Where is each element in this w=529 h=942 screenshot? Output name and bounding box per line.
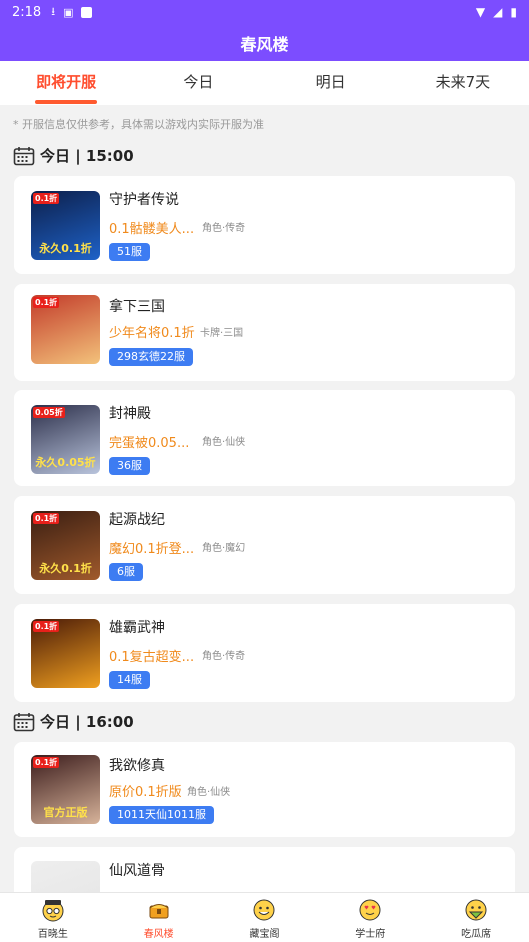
nav-label: 吃瓜席 <box>461 929 492 940</box>
game-thumbnail: 0.1折 <box>31 295 100 364</box>
app-bar: 春风楼 <box>0 24 529 61</box>
status-time: 2:18 <box>12 4 42 20</box>
thumbnail-label: 永久0.1折 <box>39 242 92 255</box>
section-title: 今日 | 16:00 <box>40 713 134 731</box>
game-thumbnail: 0.1折 永久0.1折 <box>31 191 100 260</box>
game-card[interactable]: 0.05折 永久0.05折 封神殿 完蛋被0.05... 角色·仙侠 36服 <box>14 390 515 486</box>
nav-label: 春风楼 <box>143 929 174 940</box>
signal-icon: ◢ <box>493 5 503 19</box>
discount-corner: 0.1折 <box>33 621 60 632</box>
server-badge: 6服 <box>109 563 143 581</box>
scholar-face-icon <box>42 900 64 922</box>
nav-label: 学士府 <box>355 929 386 940</box>
game-name: 雄霸武神 <box>109 620 165 636</box>
discount-corner: 0.05折 <box>33 407 65 418</box>
game-name: 守护者传说 <box>109 192 179 208</box>
game-card[interactable]: 0.1折 永久0.1折 起源战纪 魔幻0.1折登... 角色·魔幻 6服 <box>14 496 515 594</box>
game-name: 拿下三国 <box>109 299 165 315</box>
game-name: 仙风道骨 <box>109 863 165 879</box>
game-promo: 0.1复古超变... <box>109 650 195 665</box>
happy-face-icon <box>253 899 275 921</box>
game-thumbnail: 0.1折 <box>31 619 100 688</box>
game-promo: 完蛋被0.05... <box>109 436 190 451</box>
game-thumbnail: 0.05折 永久0.05折 <box>31 405 100 474</box>
nav-item-chiguaxi[interactable]: 吃瓜席 <box>423 893 529 942</box>
tab-upcoming[interactable]: 即将开服 <box>0 61 132 105</box>
thumbnail-label: 官方正版 <box>43 806 88 819</box>
game-tags: 角色·魔幻 <box>202 543 246 554</box>
nav-label: 藏宝阁 <box>249 929 280 940</box>
thumbnail-label: 永久0.1折 <box>39 562 92 575</box>
nav-item-baixiaosheng[interactable]: 百晓生 <box>0 893 106 942</box>
discount-corner: 0.1折 <box>33 297 60 308</box>
download-icon: ⭳ <box>51 4 56 18</box>
game-tags: 卡牌·三国 <box>200 328 244 339</box>
thumbnail-label: 永久0.05折 <box>35 456 96 469</box>
game-promo: 魔幻0.1折登... <box>109 542 195 557</box>
server-badge: 1011天仙1011服 <box>109 806 214 824</box>
game-name: 封神殿 <box>109 406 151 422</box>
bottom-navigation: 百晓生 春风楼 藏宝阁 学士府 吃瓜席 <box>0 892 529 942</box>
game-card[interactable]: 0.1折 雄霸武神 0.1复古超变... 角色·传奇 14服 <box>14 604 515 702</box>
status-bar: 2:18 ⭳ ▣ ▼ ◢ ▮ <box>0 0 529 24</box>
nav-item-chunfenglou[interactable]: 春风楼 <box>106 893 212 942</box>
page-title: 春风楼 <box>240 34 289 54</box>
calendar-icon <box>13 712 35 731</box>
game-tags: 角色·传奇 <box>202 223 246 234</box>
game-card[interactable]: 0.1折 永久0.1折 守护者传说 0.1骷髅美人... 角色·传奇 51服 <box>14 176 515 274</box>
game-promo: 0.1骷髅美人... <box>109 222 195 237</box>
discount-corner: 0.1折 <box>33 193 60 204</box>
section-header: 今日 | 16:00 <box>13 711 134 732</box>
game-promo: 原价0.1折版 <box>109 785 182 800</box>
app-notification-icon <box>81 6 93 18</box>
tab-today[interactable]: 今日 <box>132 61 264 105</box>
game-promo: 少年名将0.1折 <box>109 326 195 341</box>
server-badge: 14服 <box>109 671 150 689</box>
discount-corner: 0.1折 <box>33 513 60 524</box>
game-tags: 角色·仙侠 <box>187 787 231 798</box>
game-name: 起源战纪 <box>109 512 165 528</box>
server-badge: 298玄德22服 <box>109 348 193 366</box>
game-card[interactable]: 0.1折 官方正版 我欲修真 原价0.1折版 角色·仙侠 1011天仙1011服 <box>14 742 515 837</box>
game-name: 我欲修真 <box>109 758 165 774</box>
game-tags: 角色·仙侠 <box>202 437 246 448</box>
heart-face-icon <box>359 899 381 921</box>
disclaimer-note: * 开服信息仅供参考，具体需以游戏内实际开服为准 <box>13 118 264 131</box>
game-tags: 角色·传奇 <box>202 651 246 662</box>
tab-next-7-days[interactable]: 未来7天 <box>397 61 529 105</box>
battery-icon: ▮ <box>510 5 517 19</box>
game-thumbnail: 0.1折 官方正版 <box>31 755 100 824</box>
section-title: 今日 | 15:00 <box>40 147 134 165</box>
game-card[interactable]: 0.1折 拿下三国 少年名将0.1折 卡牌·三国 298玄德22服 <box>14 284 515 381</box>
server-badge: 36服 <box>109 457 150 475</box>
section-header: 今日 | 15:00 <box>13 145 134 166</box>
discount-corner: 0.1折 <box>33 757 60 768</box>
melon-face-icon <box>465 899 487 921</box>
nav-label: 百晓生 <box>37 929 68 940</box>
wifi-icon: ▼ <box>475 5 486 19</box>
nav-item-cangbaoge[interactable]: 藏宝阁 <box>212 893 318 942</box>
server-badge: 51服 <box>109 243 150 261</box>
tab-tomorrow[interactable]: 明日 <box>265 61 397 105</box>
treasure-chest-icon <box>149 904 169 919</box>
tab-bar: 即将开服 今日 明日 未来7天 <box>0 61 529 105</box>
game-thumbnail: 0.1折 永久0.1折 <box>31 511 100 580</box>
calendar-icon <box>13 146 35 165</box>
nav-item-xueshifu[interactable]: 学士府 <box>317 893 423 942</box>
notification-icon: ▣ <box>63 5 74 19</box>
